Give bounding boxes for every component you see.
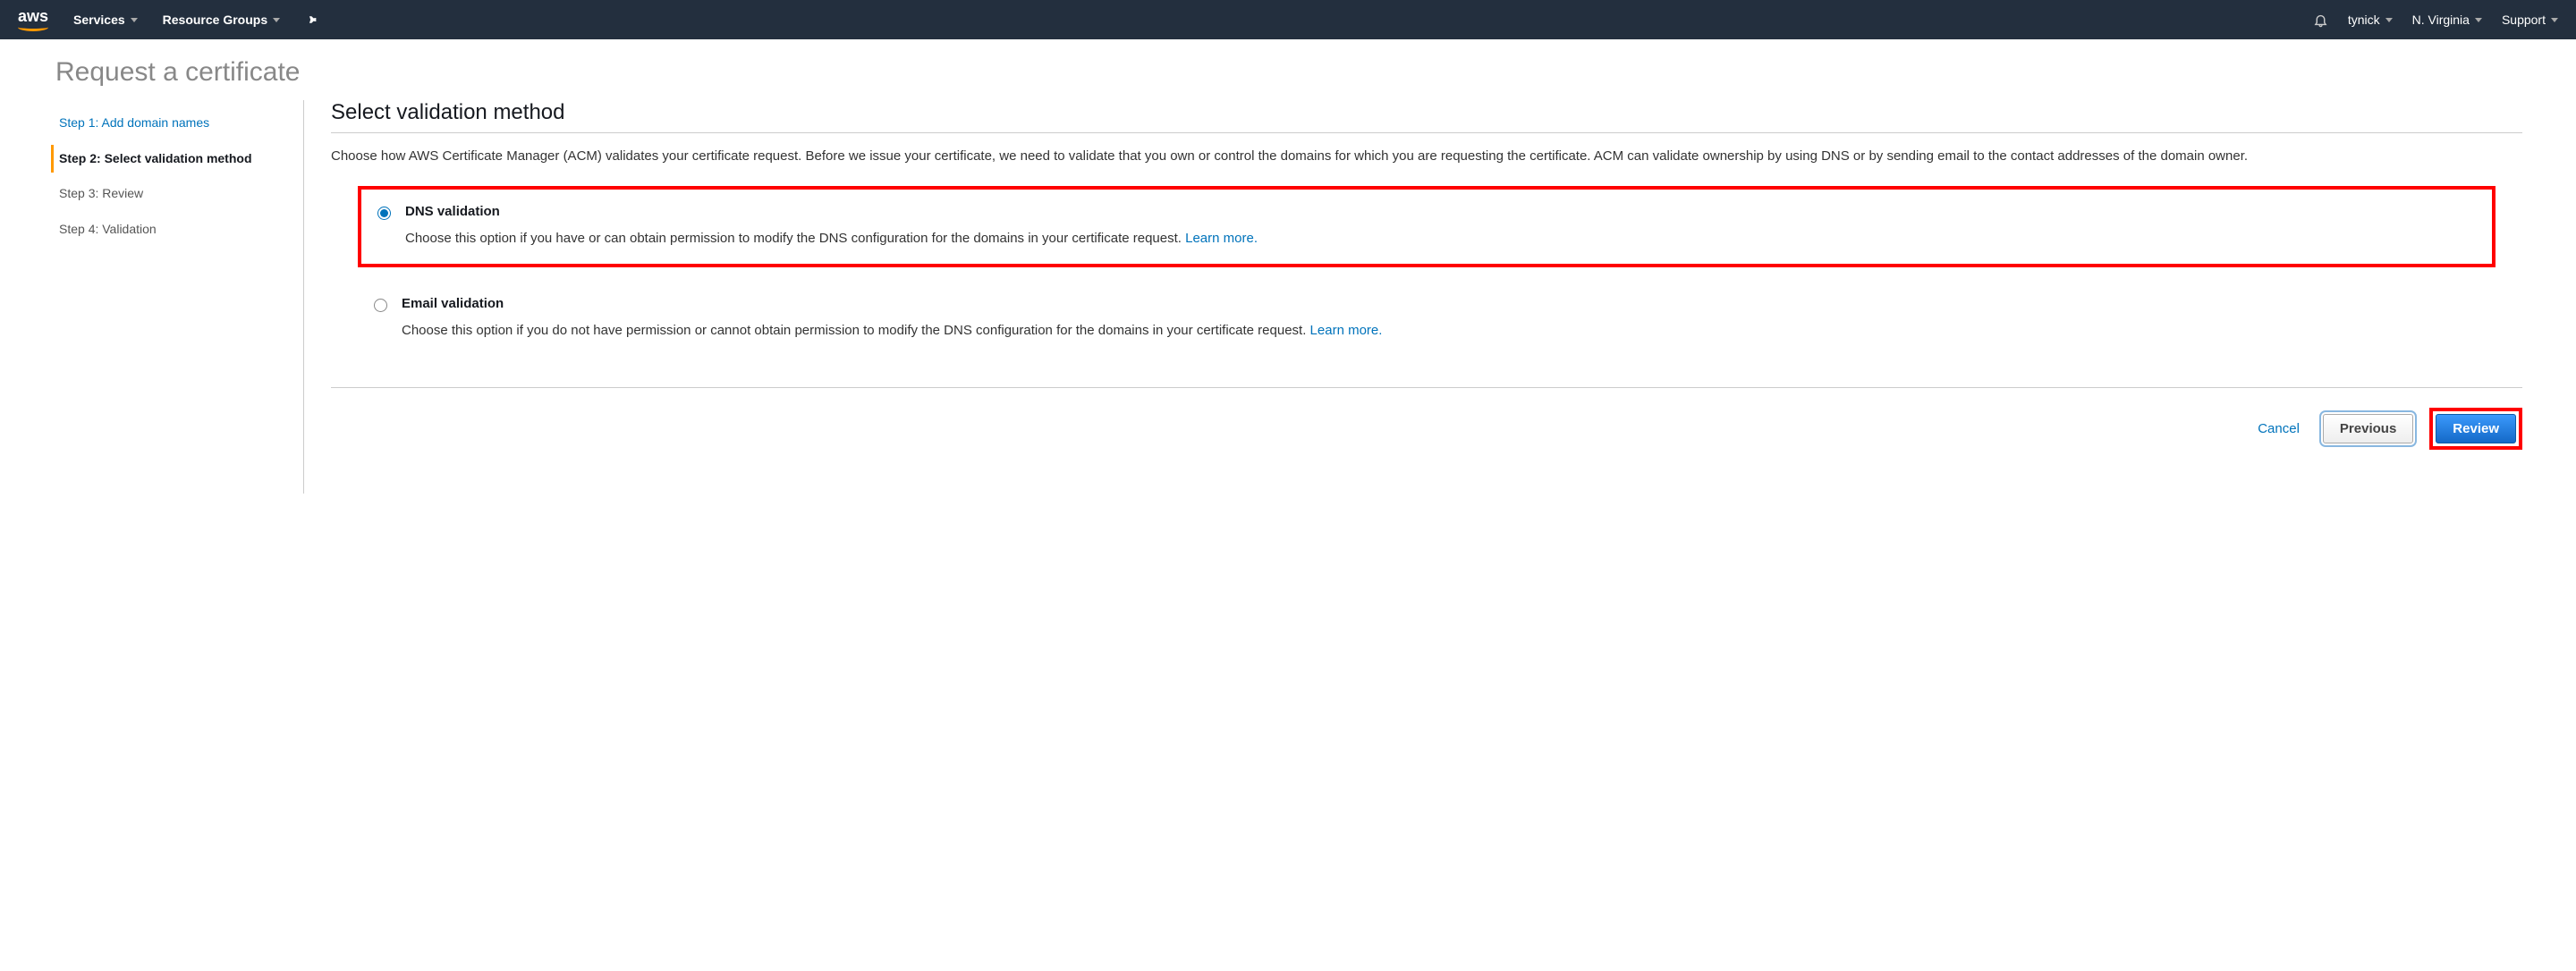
aws-logo[interactable]: aws bbox=[18, 8, 48, 31]
region-menu[interactable]: N. Virginia bbox=[2412, 13, 2482, 27]
section-heading: Select validation method bbox=[331, 100, 2522, 133]
step-3-review: Step 3: Review bbox=[54, 180, 285, 208]
step-4-validation: Step 4: Validation bbox=[54, 215, 285, 244]
layout: Step 1: Add domain names Step 2: Select … bbox=[54, 100, 2522, 494]
email-validation-option[interactable]: Email validation Choose this option if y… bbox=[358, 282, 2496, 355]
topnav-right: tynick N. Virginia Support bbox=[2313, 13, 2558, 28]
intro-text: Choose how AWS Certificate Manager (ACM)… bbox=[331, 146, 2522, 166]
username-label: tynick bbox=[2348, 13, 2380, 27]
dns-option-body: DNS validation Choose this option if you… bbox=[405, 204, 2476, 249]
email-option-body: Email validation Choose this option if y… bbox=[402, 296, 2479, 341]
topnav-left: aws Services Resource Groups bbox=[18, 8, 318, 31]
notifications-icon[interactable] bbox=[2313, 13, 2328, 28]
email-option-description: Choose this option if you do not have pe… bbox=[402, 320, 2479, 341]
support-menu[interactable]: Support bbox=[2502, 13, 2558, 27]
email-option-desc-text: Choose this option if you do not have pe… bbox=[402, 323, 1310, 338]
wizard-steps-sidebar: Step 1: Add domain names Step 2: Select … bbox=[54, 100, 304, 494]
review-button-highlight: Review bbox=[2429, 408, 2522, 450]
dns-learn-more-link[interactable]: Learn more. bbox=[1185, 231, 1258, 246]
email-validation-radio[interactable] bbox=[374, 299, 387, 312]
main-content: Select validation method Choose how AWS … bbox=[304, 100, 2522, 494]
page: Request a certificate Step 1: Add domain… bbox=[0, 39, 2576, 529]
caret-down-icon bbox=[2475, 18, 2482, 22]
resource-groups-label: Resource Groups bbox=[163, 13, 267, 27]
step-2-select-validation-method: Step 2: Select validation method bbox=[51, 145, 285, 173]
top-navigation: aws Services Resource Groups tynick N. V… bbox=[0, 0, 2576, 39]
wizard-footer: Cancel Previous Review bbox=[331, 387, 2522, 450]
resource-groups-menu[interactable]: Resource Groups bbox=[163, 13, 280, 27]
dns-option-desc-text: Choose this option if you have or can ob… bbox=[405, 231, 1185, 246]
previous-button[interactable]: Previous bbox=[2323, 414, 2413, 443]
dns-option-description: Choose this option if you have or can ob… bbox=[405, 228, 2476, 249]
dns-validation-radio[interactable] bbox=[377, 207, 391, 220]
caret-down-icon bbox=[2551, 18, 2558, 22]
caret-down-icon bbox=[273, 18, 280, 22]
page-title: Request a certificate bbox=[55, 57, 2522, 88]
region-label: N. Virginia bbox=[2412, 13, 2470, 27]
cancel-link[interactable]: Cancel bbox=[2258, 421, 2300, 436]
pin-icon[interactable] bbox=[305, 13, 318, 26]
caret-down-icon bbox=[131, 18, 138, 22]
review-button[interactable]: Review bbox=[2436, 414, 2516, 443]
dns-option-title: DNS validation bbox=[405, 204, 2476, 219]
email-option-title: Email validation bbox=[402, 296, 2479, 311]
support-label: Support bbox=[2502, 13, 2546, 27]
email-learn-more-link[interactable]: Learn more. bbox=[1310, 323, 1383, 338]
dns-validation-option[interactable]: DNS validation Choose this option if you… bbox=[358, 186, 2496, 266]
caret-down-icon bbox=[2385, 18, 2393, 22]
services-label: Services bbox=[73, 13, 125, 27]
validation-options: DNS validation Choose this option if you… bbox=[331, 186, 2522, 387]
account-menu[interactable]: tynick bbox=[2348, 13, 2393, 27]
step-1-add-domain-names[interactable]: Step 1: Add domain names bbox=[54, 109, 285, 138]
services-menu[interactable]: Services bbox=[73, 13, 138, 27]
